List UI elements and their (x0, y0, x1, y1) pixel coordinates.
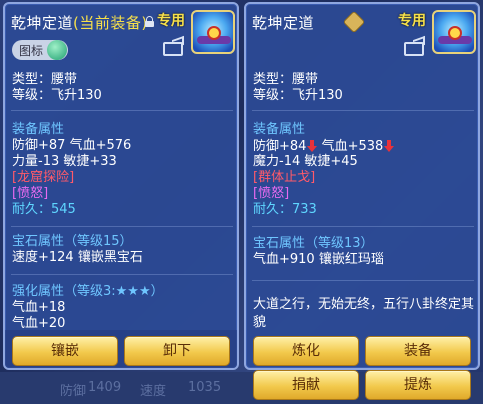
special-skill: [龙窟探险] (12, 170, 75, 185)
special-effect: [愤怒] (12, 186, 49, 201)
special-skill: [群体止戈] (253, 170, 316, 185)
unequip-button[interactable]: 卸下 (124, 336, 230, 366)
jade-orb-icon (47, 40, 67, 60)
defense-stat: 防御+84 (253, 139, 307, 154)
down-arrow-icon (384, 140, 395, 152)
chip-label: 图标 (19, 44, 44, 58)
durability: 耐久：733 (253, 202, 317, 218)
coin-icon (342, 10, 366, 34)
extract-button[interactable]: 提炼 (365, 370, 471, 400)
enhance-line1: 气血+18 (12, 300, 66, 315)
equip-attr-header: 装备属性 (253, 122, 306, 137)
item-level: 等级：飞升130 (253, 88, 343, 103)
bg-speed-label: 速度 (140, 384, 167, 399)
item-level: 等级：飞升130 (12, 88, 102, 103)
share-icon[interactable] (163, 42, 183, 56)
item-type: 类型：腰带 (12, 72, 78, 87)
compare-item-tooltip: 乾坤定道 专用 类型：腰带 等级：飞升130 装备属性 防御+84 气血+538… (244, 2, 480, 370)
enhance-header: 强化属性（等级3:★★★） (12, 284, 164, 299)
refine-button[interactable]: 炼化 (253, 336, 359, 366)
equip-attr-line1: 防御+87 气血+576 (12, 138, 132, 153)
share-icon[interactable] (404, 42, 424, 56)
item-belt-icon (432, 10, 476, 54)
durability-value: 733 (292, 202, 317, 217)
durability-value: 545 (51, 202, 76, 217)
down-arrow-icon (307, 140, 318, 152)
item-type: 类型：腰带 (253, 72, 319, 87)
item-title: 乾坤定道(当前装备) (11, 12, 148, 33)
item-name: 乾坤定道 (11, 14, 74, 32)
item-name: 乾坤定道 (252, 14, 315, 32)
durability-label: 耐久： (12, 202, 52, 217)
donate-button[interactable]: 捐献 (253, 370, 359, 400)
equipped-status: (当前装备) (73, 14, 148, 32)
item-description: 大道之行，无始无终，五行八卦终定其貌 (253, 297, 475, 330)
gem-header: 宝石属性（等级13） (253, 236, 374, 251)
divider (11, 226, 233, 227)
bg-speed-value: 1035 (188, 380, 222, 395)
bg-defense-value: 1409 (88, 380, 122, 395)
special-tag: 专用 (157, 13, 185, 29)
hp-stat: 气血+538 (321, 139, 384, 154)
equip-attr-header: 装备属性 (12, 122, 65, 137)
item-belt-icon (191, 10, 235, 54)
divider (252, 110, 474, 111)
divider (252, 226, 474, 227)
equip-button[interactable]: 装备 (365, 336, 471, 366)
bg-defense-label: 防御 (60, 384, 87, 399)
gem-header: 宝石属性（等级15） (12, 234, 133, 249)
lock-icon (145, 16, 154, 27)
divider (11, 110, 233, 111)
durability: 耐久：545 (12, 202, 76, 218)
equip-attr-line2: 力量-13 敏捷+33 (12, 154, 117, 169)
equip-attr-line2: 魔力-14 敏捷+45 (253, 154, 358, 169)
gem-line: 气血+910 镶嵌红玛瑙 (253, 252, 384, 267)
special-effect: [愤怒] (253, 186, 290, 201)
equip-attr-line1: 防御+84 气血+538 (253, 138, 395, 155)
divider (11, 274, 233, 275)
inlay-button[interactable]: 镶嵌 (12, 336, 118, 366)
special-tag: 专用 (398, 13, 426, 29)
gem-line: 速度+124 镶嵌黑宝石 (12, 250, 143, 265)
durability-label: 耐久： (253, 202, 293, 217)
item-title: 乾坤定道 (252, 12, 314, 33)
divider (252, 280, 474, 281)
icon-toggle-chip[interactable]: 图标 (12, 40, 68, 60)
equipped-item-tooltip: 乾坤定道(当前装备) 专用 图标 类型：腰带 等级：飞升130 装备属性 防御+… (3, 2, 239, 370)
